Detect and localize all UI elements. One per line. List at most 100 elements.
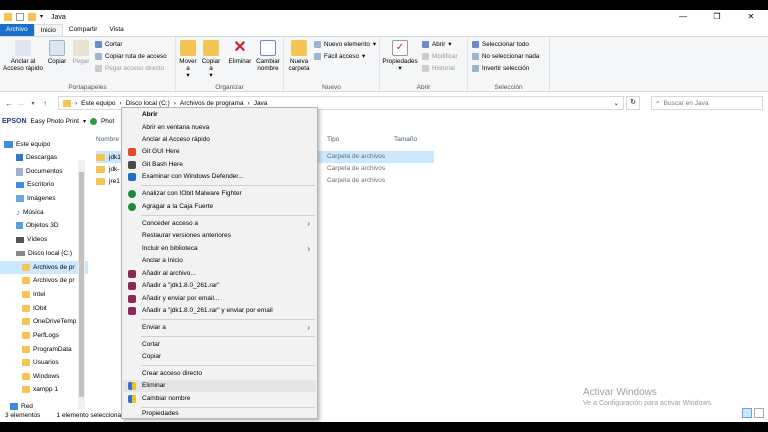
back-arrow-icon[interactable]: ← (3, 99, 15, 108)
menu-item-anadir-rar[interactable]: Añadir a "jdk1.8.0_261.rar" (123, 280, 316, 292)
menu-item-restaurar-versiones[interactable]: Restaurar versiones anteriores (123, 230, 316, 242)
menu-item-abrir[interactable]: Abrir (123, 109, 316, 121)
breadcrumb-disco-local[interactable]: Disco local (C:) (126, 100, 170, 107)
nav-item-xampp[interactable]: xampp 1 (0, 383, 88, 396)
copy-to-button[interactable]: Copiar a ▾ (201, 40, 221, 79)
select-none-button[interactable]: No seleccionar nada (472, 53, 539, 60)
menu-item-iobit-malware-fighter[interactable]: Analizar con IObit Malware Fighter (123, 188, 316, 200)
nav-item-iobit[interactable]: IObit (0, 302, 88, 315)
menu-item-git-gui[interactable]: Git GUI Here (123, 146, 316, 158)
details-view-button[interactable] (742, 408, 752, 418)
nav-item-archivos-de-programa[interactable]: Archivos de pr (0, 261, 88, 274)
menu-item-anadir-archivo[interactable]: Añadir al archivo... (123, 268, 316, 280)
menu-item-anadir-rar-enviar-email[interactable]: Añadir a "jdk1.8.0_261.rar" y enviar por… (123, 305, 316, 317)
tab-archivo[interactable]: Archivo (0, 24, 34, 36)
pin-quick-access-button[interactable]: Anclar al Acceso rápido (2, 40, 44, 72)
menu-item-propiedades[interactable]: Propiedades (123, 408, 316, 420)
nav-item-intel[interactable]: Intel (0, 288, 88, 301)
column-header-name[interactable]: Nombre (96, 134, 119, 146)
nav-item-archivos-de-programa-x86[interactable]: Archivos de pr (0, 274, 88, 287)
open-button[interactable]: Abrir ▾ (422, 41, 451, 48)
refresh-button[interactable]: ↻ (626, 96, 640, 110)
photo-app-button[interactable]: Phot (101, 118, 114, 125)
breadcrumb-archivos-de-programa[interactable]: Archivos de programa (180, 100, 244, 107)
nav-item-disco-local[interactable]: Disco local (C:) (0, 247, 88, 260)
delete-button[interactable]: ✕ Eliminar (228, 40, 252, 66)
menu-item-git-bash[interactable]: Git Bash Here (123, 159, 316, 171)
close-button[interactable]: ✕ (734, 10, 768, 24)
menu-item-cambiar-nombre[interactable]: Cambiar nombre (123, 393, 316, 405)
breadcrumb-este-equipo[interactable]: Este equipo (81, 100, 115, 107)
new-folder-button[interactable]: Nueva carpeta (286, 40, 312, 72)
file-row-jre1[interactable]: jre1 (96, 175, 120, 187)
copy-path-button[interactable]: Copiar ruta de acceso (95, 53, 167, 60)
history-button[interactable]: Historial (422, 65, 455, 72)
menu-item-copiar[interactable]: Copiar (123, 351, 316, 363)
paste-button[interactable]: Pegar (70, 40, 92, 65)
chevron-down-icon[interactable]: ▾ (40, 13, 43, 21)
nav-item-escritorio[interactable]: Escritorio (0, 178, 88, 191)
select-all-button[interactable]: Seleccionar todo (472, 41, 529, 48)
easy-photo-print-button[interactable]: Easy Photo Print (31, 118, 79, 125)
paste-shortcut-button[interactable]: Pegar acceso directo (95, 65, 164, 72)
nav-item-descargas[interactable]: Descargas (0, 151, 88, 164)
tab-compartir[interactable]: Compartir (63, 24, 104, 36)
edit-label: Modificar (432, 53, 458, 60)
nav-item-usuarios[interactable]: Usuarios (0, 356, 88, 369)
nav-item-musica[interactable]: ♪ Música (0, 206, 88, 219)
nav-item-imagenes[interactable]: Imágenes (0, 192, 88, 205)
chevron-down-icon[interactable]: ▾ (27, 100, 39, 107)
menu-item-crear-acceso-directo[interactable]: Crear acceso directo (123, 368, 316, 380)
nav-item-videos[interactable]: Vídeos (0, 233, 88, 246)
rename-button[interactable]: Cambiar nombre (254, 40, 282, 72)
large-icons-view-button[interactable] (754, 408, 764, 418)
column-header-size[interactable]: Tamaño (394, 134, 417, 146)
menu-item-windows-defender[interactable]: Examinar con Windows Defender... (123, 171, 316, 183)
invert-selection-button[interactable]: Invertir selección (472, 65, 529, 72)
easy-access-button[interactable]: Fácil acceso ▾ (314, 53, 365, 60)
new-item-button[interactable]: Nuevo elemento ▾ (314, 41, 376, 48)
copy-button[interactable]: Copiar (46, 40, 68, 65)
tab-inicio[interactable]: Inicio (33, 24, 63, 36)
menu-item-incluir-biblioteca[interactable]: Incluir en biblioteca › (123, 243, 316, 255)
chevron-down-icon[interactable]: ▾ (83, 118, 86, 125)
scrollbar-thumb[interactable] (79, 172, 84, 397)
menu-item-caja-fuerte[interactable]: Agragar a la Caja Fuerte (123, 201, 316, 213)
menu-item-label: Añadir a "jdk1.8.0_261.rar" (142, 282, 220, 289)
edit-button[interactable]: Modificar (422, 53, 458, 60)
menu-item-abrir-ventana-nueva[interactable]: Abrir en ventana nueva (123, 122, 316, 134)
file-row-jdk[interactable]: jdk- (96, 163, 119, 175)
breadcrumb-java[interactable]: Java (254, 100, 268, 107)
new-folder-icon[interactable] (28, 13, 36, 21)
properties-button[interactable]: ✓ Propiedades ▾ (382, 40, 418, 72)
file-name: jdk1 (109, 153, 121, 161)
chevron-down-icon[interactable]: ⌄ (614, 99, 619, 107)
menu-item-conceder-acceso[interactable]: Conceder acceso a › (123, 218, 316, 230)
forward-arrow-icon[interactable]: → (15, 99, 27, 108)
minimize-button[interactable]: — (666, 10, 700, 24)
nav-item-documentos[interactable]: Documentos (0, 165, 88, 178)
menu-item-anadir-enviar-email[interactable]: Añadir y enviar por email... (123, 293, 316, 305)
breadcrumb-separator-icon: › (247, 99, 250, 107)
move-to-button[interactable]: Mover a ▾ (178, 40, 198, 79)
up-arrow-icon[interactable]: ↑ (39, 99, 51, 108)
nav-item-programdata[interactable]: ProgramData (0, 343, 88, 356)
cut-button[interactable]: Cortar (95, 41, 123, 48)
maximize-button[interactable]: ❐ (700, 10, 734, 24)
nav-item-objetos-3d[interactable]: Objetos 3D (0, 219, 88, 232)
column-header-type[interactable]: Tipo (327, 134, 339, 146)
file-row-jdk1[interactable]: jdk1 (96, 151, 121, 163)
menu-item-anclar-inicio[interactable]: Anclar a Inicio (123, 255, 316, 267)
nav-item-onedrivetemp[interactable]: OneDriveTemp (0, 315, 88, 328)
menu-item-cortar[interactable]: Cortar (123, 339, 316, 351)
tab-vista[interactable]: Vista (103, 24, 129, 36)
navigation-scrollbar[interactable] (78, 160, 85, 410)
menu-item-enviar-a[interactable]: Enviar a › (123, 322, 316, 334)
nav-item-perflogs[interactable]: PerfLogs (0, 329, 88, 342)
menu-item-anclar-acceso-rapido[interactable]: Anclar al Acceso rápido (123, 134, 316, 146)
menu-item-eliminar[interactable]: Eliminar (123, 380, 316, 392)
search-input[interactable]: ⌕ Buscar en Java (651, 96, 763, 110)
nav-item-este-equipo[interactable]: Este equipo (0, 138, 88, 151)
nav-item-windows[interactable]: Windows (0, 370, 88, 383)
properties-icon[interactable] (16, 13, 24, 21)
